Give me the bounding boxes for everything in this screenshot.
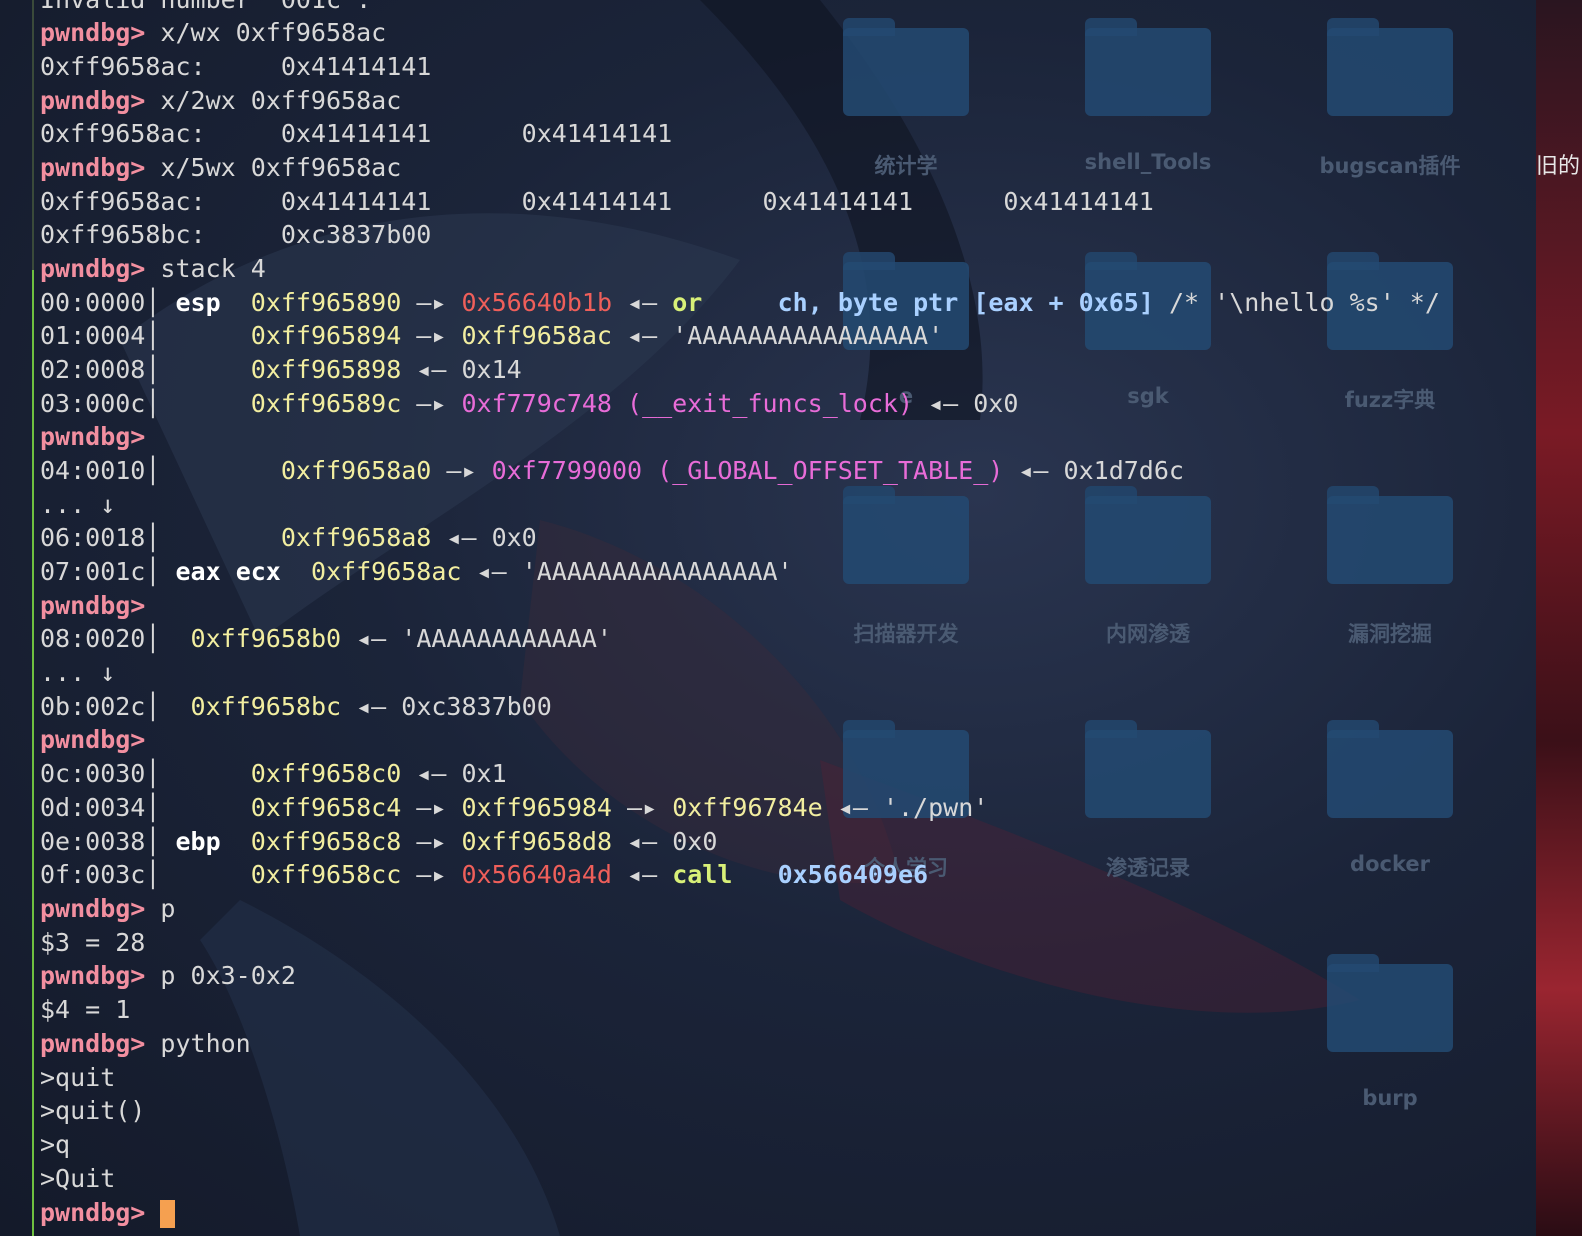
terminal-line: 0xff9658bc: 0xc3837b00 — [40, 220, 432, 249]
prompt: pwndbg> — [40, 725, 161, 754]
terminal-line: pwndbg> p 0x3-0x2 — [40, 959, 296, 993]
stack-row: 00:0000│ esp 0xff965890 —▸ 0x56640b1b ◂—… — [40, 288, 1440, 317]
command: stack 4 — [160, 254, 266, 283]
terminal-line: pwndbg> x/5wx 0xff9658ac — [40, 151, 401, 185]
stack-row: 06:0018│ 0xff9658a8 ◂— 0x0 — [40, 523, 537, 552]
stack-row: 02:0008│ 0xff965898 ◂— 0x14 — [40, 355, 522, 384]
stack-row: 07:001c│ eax ecx 0xff9658ac ◂— 'AAAAAAAA… — [40, 557, 793, 586]
terminal-line: >quit() — [40, 1096, 146, 1125]
terminal-line: $4 = 1 — [40, 995, 131, 1024]
prompt: pwndbg> — [40, 894, 161, 923]
text-cursor — [160, 1200, 176, 1228]
prompt: pwndbg> — [40, 422, 161, 451]
terminal-line: pwndbg> x/wx 0xff9658ac — [40, 16, 386, 50]
command: x/wx 0xff9658ac — [160, 18, 387, 47]
terminal-line: ... ↓ — [40, 658, 116, 687]
prompt: pwndbg> — [40, 153, 161, 182]
terminal-input-line[interactable]: pwndbg> — [40, 1196, 176, 1230]
terminal-window[interactable]: Invalid number "001c". pwndbg> x/wx 0xff… — [0, 0, 1524, 1236]
stack-row: 03:000c│ 0xff96589c —▸ 0xf779c748 (__exi… — [40, 389, 1019, 418]
command: p — [160, 894, 176, 923]
terminal-line: pwndbg> p — [40, 892, 175, 926]
prompt: pwndbg> — [40, 254, 161, 283]
prompt: pwndbg> — [40, 1198, 161, 1227]
terminal-gutter-marker — [32, 270, 34, 1236]
prompt: pwndbg> — [40, 18, 161, 47]
terminal-line: >q — [40, 1130, 71, 1159]
prompt: pwndbg> — [40, 1029, 161, 1058]
stack-row: 0b:002c│ 0xff9658bc ◂— 0xc3837b00 — [40, 692, 552, 721]
command: x/5wx 0xff9658ac — [160, 153, 402, 182]
terminal-line: >quit — [40, 1063, 116, 1092]
terminal-line: 0xff9658ac: 0x41414141 0x41414141 — [40, 119, 673, 148]
stack-row: 0f:003c│ 0xff9658cc —▸ 0x56640a4d ◂— cal… — [40, 860, 929, 889]
terminal-line: ... ↓ — [40, 490, 116, 519]
stack-row: 04:0010│ 0xff9658a0 —▸ 0xf7799000 (_GLOB… — [40, 456, 1184, 485]
stack-row: 08:0020│ 0xff9658b0 ◂— 'AAAAAAAAAAAA' — [40, 624, 612, 653]
command: python — [160, 1029, 251, 1058]
terminal-line: 0xff9658ac: 0x41414141 — [40, 52, 432, 81]
terminal-line: pwndbg> python — [40, 1027, 251, 1061]
command: x/2wx 0xff9658ac — [160, 86, 402, 115]
prompt: pwndbg> — [40, 86, 161, 115]
terminal-line: pwndbg> — [40, 420, 160, 454]
stack-row: 01:0004│ 0xff965894 —▸ 0xff9658ac ◂— 'AA… — [40, 321, 944, 350]
terminal-line: pwndbg> stack 4 — [40, 252, 266, 286]
terminal-line: Invalid number "001c". — [40, 0, 371, 17]
command: p 0x3-0x2 — [160, 961, 296, 990]
terminal-line: pwndbg> — [40, 589, 160, 623]
stack-row: 0d:0034│ 0xff9658c4 —▸ 0xff965984 —▸ 0xf… — [40, 793, 989, 822]
terminal-line: 0xff9658ac: 0x41414141 0x41414141 0x4141… — [40, 187, 1154, 216]
terminal-line: pwndbg> — [40, 723, 160, 757]
terminal-line: $3 = 28 — [40, 928, 146, 957]
stack-row: 0c:0030│ 0xff9658c0 ◂— 0x1 — [40, 759, 507, 788]
terminal-line: pwndbg> x/2wx 0xff9658ac — [40, 84, 401, 118]
stack-row: 0e:0038│ ebp 0xff9658c8 —▸ 0xff9658d8 ◂—… — [40, 827, 718, 856]
prompt: pwndbg> — [40, 961, 161, 990]
prompt: pwndbg> — [40, 591, 161, 620]
terminal-line: >Quit — [40, 1164, 116, 1193]
